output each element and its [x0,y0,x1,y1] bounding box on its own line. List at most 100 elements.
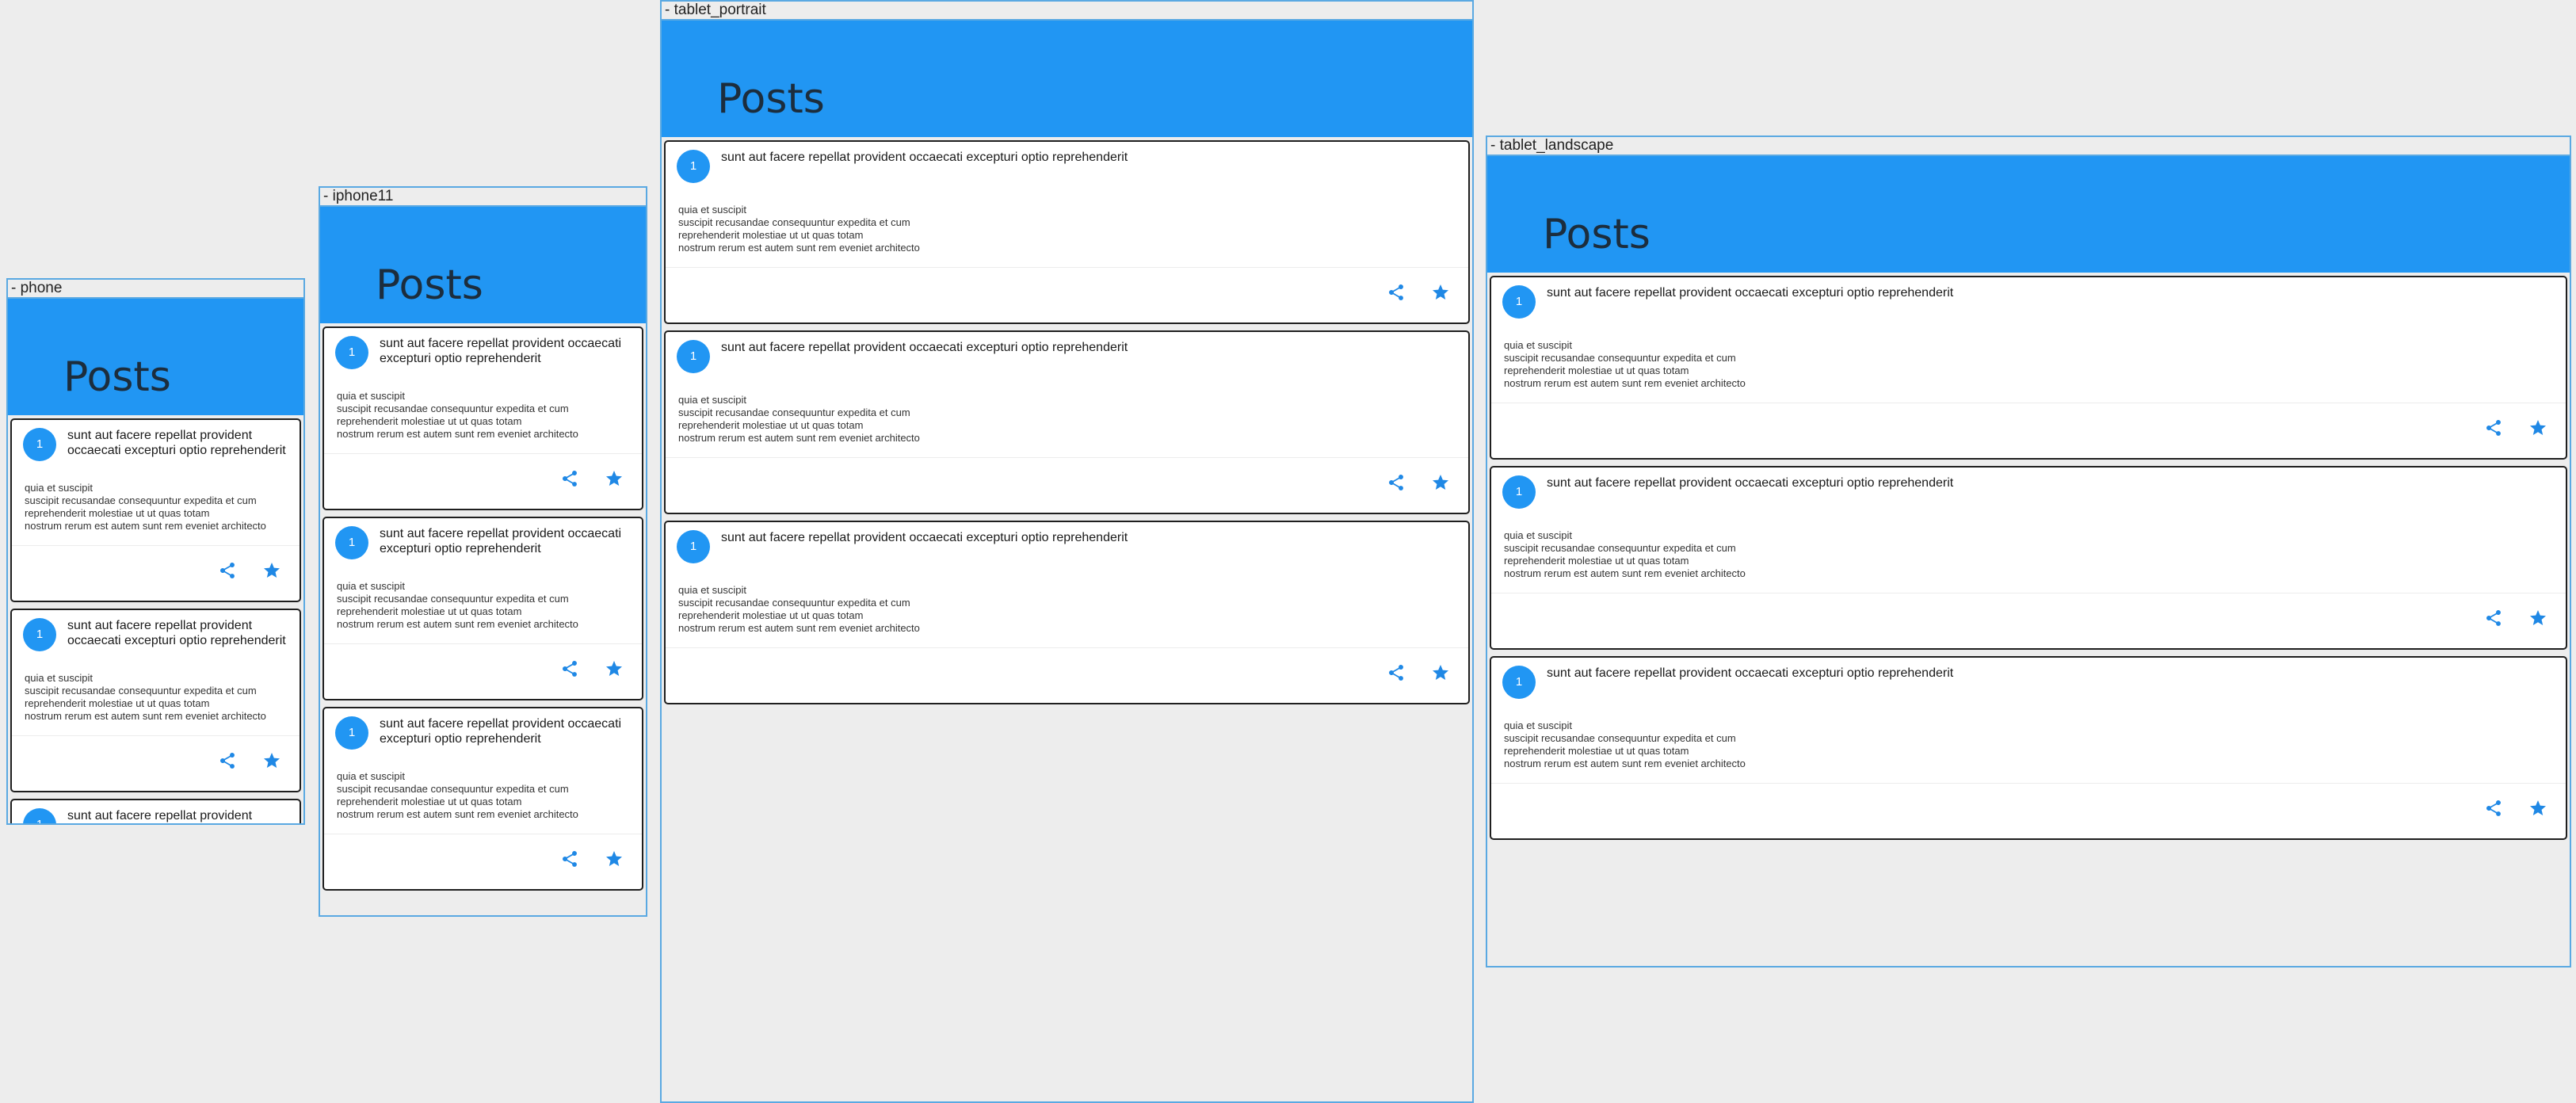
app-bar: Posts [8,299,303,415]
post-title: sunt aut facere repellat provident occae… [67,809,253,822]
card-header: 1 sunt aut facere repellat provident occ… [677,148,1460,197]
share-button[interactable] [1384,471,1408,494]
page-title: Posts [1543,211,1651,258]
device-phone: - phone Posts 1 sunt aut facere repellat… [6,278,305,825]
divider [12,545,300,546]
device-label: - tablet_landscape [1487,137,2570,156]
share-icon [2486,800,2501,816]
share-button[interactable] [216,559,239,582]
post-card[interactable]: 1 sunt aut facere repellat provident occ… [322,707,643,891]
post-list[interactable]: 1 sunt aut facere repellat provident occ… [320,323,646,915]
post-title: sunt aut facere repellat provident occae… [380,527,622,555]
card-actions [1384,657,1452,689]
star-icon [264,563,280,578]
star-icon [2530,800,2546,815]
card-header: 1 sunt aut facere repellat provident occ… [1502,284,2558,333]
post-card[interactable]: 1 sunt aut facere repellat provident occ… [1490,656,2567,840]
card-actions [558,653,626,685]
share-icon [563,851,577,867]
favorite-button[interactable] [2526,416,2550,440]
star-icon [1433,284,1448,300]
card-actions [216,555,284,586]
card-header: 1 sunt aut facere repellat provident occ… [677,338,1460,387]
post-card[interactable]: 1 sunt aut facere repellat provident occ… [10,418,301,602]
device-label: - iphone11 [320,188,646,207]
post-title: sunt aut facere repellat provident occae… [721,151,1128,164]
post-title: sunt aut facere repellat provident occae… [380,717,622,746]
divider [324,643,642,644]
favorite-button[interactable] [260,559,284,582]
device-tablet-portrait: - tablet_portrait Posts 1 sunt aut facer… [660,0,1474,1103]
avatar: 1 [335,336,368,369]
card-header: 1 sunt aut facere repellat provident occ… [335,715,634,764]
favorite-button[interactable] [602,657,626,681]
post-title: sunt aut facere repellat provident occae… [1547,666,1954,680]
card-actions [1384,277,1452,308]
share-icon [220,563,235,578]
post-body: quia et suscipit suscipit recusandae con… [678,204,920,254]
post-list[interactable]: 1 sunt aut facere repellat provident occ… [662,137,1472,1101]
favorite-button[interactable] [2526,796,2550,820]
device-tablet-landscape: - tablet_landscape Posts 1 sunt aut face… [1486,135,2571,968]
favorite-button[interactable] [602,467,626,490]
favorite-button[interactable] [260,749,284,773]
post-card[interactable]: 1 sunt aut facere repellat provident occ… [1490,276,2567,460]
star-icon [2530,610,2546,625]
card-header: 1 sunt aut facere repellat provident occ… [23,426,292,475]
post-card[interactable]: 1 sunt aut facere repellat provident occ… [10,799,301,823]
divider [666,647,1468,648]
post-title: sunt aut facere repellat provident occae… [1547,476,1954,490]
card-header: 1 sunt aut facere repellat provident occ… [23,807,292,823]
share-button[interactable] [2482,416,2505,440]
share-button[interactable] [2482,606,2505,630]
post-body: quia et suscipit suscipit recusandae con… [1504,339,1746,389]
device-label: - tablet_portrait [662,2,1472,21]
page-title: Posts [376,261,483,309]
star-icon [606,661,622,676]
divider [666,267,1468,268]
post-card[interactable]: 1 sunt aut facere repellat provident occ… [322,326,643,510]
star-icon [606,851,622,866]
avatar: 1 [677,530,710,563]
share-button[interactable] [1384,281,1408,304]
favorite-button[interactable] [2526,606,2550,630]
card-actions [2482,792,2550,824]
avatar: 1 [335,716,368,750]
share-button[interactable] [216,749,239,773]
share-icon [2486,420,2501,436]
post-list[interactable]: 1 sunt aut facere repellat provident occ… [8,415,303,823]
post-list[interactable]: 1 sunt aut facere repellat provident occ… [1487,273,2570,966]
post-card[interactable]: 1 sunt aut facere repellat provident occ… [664,140,1470,324]
favorite-button[interactable] [1429,661,1452,685]
post-card[interactable]: 1 sunt aut facere repellat provident occ… [322,517,643,700]
divider [12,735,300,736]
avatar: 1 [677,150,710,183]
post-card[interactable]: 1 sunt aut facere repellat provident occ… [664,330,1470,514]
post-card[interactable]: 1 sunt aut facere repellat provident occ… [1490,466,2567,650]
share-icon [220,753,235,769]
post-card[interactable]: 1 sunt aut facere repellat provident occ… [10,609,301,792]
card-actions [2482,412,2550,444]
share-button[interactable] [2482,796,2505,820]
post-body: quia et suscipit suscipit recusandae con… [337,580,578,630]
post-title: sunt aut facere repellat provident occae… [67,429,286,457]
post-card[interactable]: 1 sunt aut facere repellat provident occ… [664,521,1470,704]
avatar: 1 [1502,666,1536,699]
card-actions [558,843,626,875]
post-body: quia et suscipit suscipit recusandae con… [337,390,578,440]
favorite-button[interactable] [1429,471,1452,494]
share-button[interactable] [558,847,582,871]
favorite-button[interactable] [602,847,626,871]
share-button[interactable] [558,467,582,490]
page-title: Posts [63,353,171,401]
share-button[interactable] [1384,661,1408,685]
favorite-button[interactable] [1429,281,1452,304]
app-bar: Posts [1487,156,2570,273]
avatar: 1 [677,340,710,373]
post-title: sunt aut facere repellat provident occae… [1547,286,1954,300]
post-body: quia et suscipit suscipit recusandae con… [1504,529,1746,579]
device-label: - phone [8,280,303,299]
share-icon [2486,610,2501,626]
share-icon [563,471,577,487]
share-button[interactable] [558,657,582,681]
